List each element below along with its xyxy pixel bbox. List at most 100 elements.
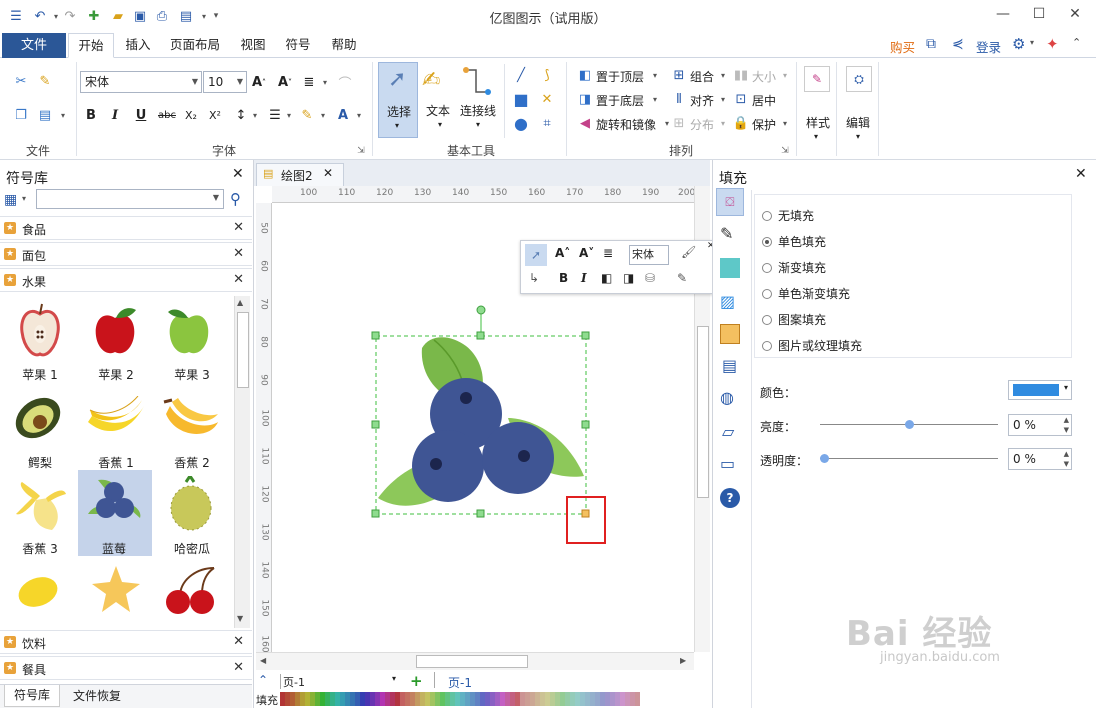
highlight-dropdown-icon[interactable]: ▾ [314, 106, 332, 124]
arc-tool-icon[interactable]: ⟆ [538, 66, 556, 84]
group-icon[interactable]: ⊞ [670, 66, 688, 84]
bold-icon[interactable]: B [82, 106, 100, 124]
copy-icon[interactable]: ❐ [12, 106, 30, 124]
close-category-icon[interactable]: ✕ [233, 246, 244, 261]
crop-tool-icon[interactable]: ⌗ [538, 114, 556, 132]
rectangle-tool-icon[interactable]: ■ [512, 90, 530, 109]
edit-dropdown-icon[interactable]: ▾ [856, 132, 860, 141]
bring-to-front-button[interactable]: 置于顶层 [596, 68, 644, 85]
close-category-icon[interactable]: ✕ [233, 634, 244, 649]
style-icon[interactable]: ✎ [804, 66, 830, 92]
grow-font-icon[interactable]: A˄ [250, 73, 268, 91]
edit-button[interactable]: 编辑 [846, 114, 870, 131]
maximize-button[interactable]: ☐ [1024, 4, 1054, 24]
radio-button[interactable] [762, 314, 772, 325]
symbol-apple-2[interactable]: 苹果 2 [80, 298, 152, 382]
connector-dropdown-icon[interactable]: ▾ [476, 120, 480, 129]
radio-button[interactable] [762, 262, 772, 273]
arrange-dialog-launcher-icon[interactable]: ⇲ [776, 142, 794, 160]
library-category[interactable]: ★ 食品 ✕ [0, 216, 252, 240]
size-dropdown-icon[interactable]: ▾ [776, 66, 794, 84]
align-icon[interactable]: ⫴ [670, 90, 688, 108]
subscript-icon[interactable]: X₂ [182, 106, 200, 124]
shadow-icon[interactable] [720, 258, 740, 278]
protect-button[interactable]: 保护 [752, 116, 776, 133]
superscript-icon[interactable]: X² [206, 106, 224, 124]
close-category-icon[interactable]: ✕ [233, 660, 244, 675]
font-dialog-launcher-icon[interactable]: ⇲ [352, 142, 370, 160]
palette-swatch[interactable] [635, 692, 640, 706]
send-to-back-icon[interactable]: ◨ [576, 90, 594, 108]
paste-icon[interactable]: ▤ [36, 106, 54, 124]
help-icon[interactable]: ? [720, 488, 740, 508]
size-button[interactable]: 大小 [752, 68, 776, 85]
rotate-mirror-button[interactable]: 旋转和镜像 [596, 116, 656, 133]
canvas-horizontal-scrollbar[interactable]: ◀ ▶ [256, 652, 694, 670]
cut-icon[interactable]: ✂ [12, 72, 30, 90]
tab-home[interactable]: 开始 [68, 33, 114, 58]
fill-bucket-icon[interactable]: ⛋ [716, 188, 744, 216]
document-list-icon[interactable]: ▤ [722, 356, 737, 375]
library-menu-dropdown-icon[interactable]: ▾ [22, 194, 26, 203]
tab-symbols[interactable]: 符号 [276, 33, 320, 58]
line-tool-icon[interactable]: ╱ [512, 66, 530, 84]
select-tool-button[interactable]: ➚ 选择 ▾ [378, 62, 418, 138]
scrollbar-thumb[interactable] [697, 326, 709, 498]
spinner-arrows-icon[interactable]: ▲ ▼ [1064, 449, 1069, 469]
fill-option-solid[interactable]: 单色填充 [762, 233, 826, 250]
search-icon[interactable]: ⚲ [230, 190, 241, 208]
font-family-select[interactable]: 宋体 ▼ [80, 71, 202, 93]
send-to-back-button[interactable]: 置于底层 [596, 92, 644, 109]
scroll-up-icon[interactable]: ▲ [237, 298, 243, 307]
symbol-fruit-lemon[interactable] [4, 564, 76, 624]
symbol-avocado[interactable]: 鳄梨 [4, 386, 76, 470]
fill-option-picture-texture[interactable]: 图片或纹理填充 [762, 337, 862, 354]
mini-font-select[interactable]: 宋体 [629, 245, 669, 265]
bring-front-dropdown-icon[interactable]: ▾ [646, 66, 664, 84]
size-icon[interactable]: ▮▮ [732, 66, 750, 84]
scroll-down-icon[interactable]: ▼ [237, 614, 243, 623]
distribute-button[interactable]: 分布 [690, 116, 714, 133]
close-library-icon[interactable]: ✕ [232, 166, 244, 182]
fill-option-none[interactable]: 无填充 [762, 207, 814, 224]
send-back-dropdown-icon[interactable]: ▾ [646, 90, 664, 108]
connector-tool-icon[interactable] [462, 66, 492, 96]
text-direction-icon[interactable]: ⌒ [336, 73, 354, 92]
font-size-select[interactable]: 10 ▼ [203, 71, 247, 93]
close-window-button[interactable]: ✕ [1060, 4, 1090, 24]
file-tab[interactable]: 文件 [2, 33, 66, 58]
symbol-apple-3[interactable]: 苹果 3 [156, 298, 228, 382]
tab-help[interactable]: 帮助 [322, 33, 366, 58]
close-category-icon[interactable]: ✕ [233, 272, 244, 287]
line-spacing-dropdown-icon[interactable]: ▾ [246, 106, 264, 124]
share-icon[interactable]: ⋞ [952, 36, 964, 52]
image-icon[interactable]: ▨ [720, 292, 735, 311]
symbol-apple-1[interactable]: 苹果 1 [4, 298, 76, 382]
library-category[interactable]: ★ 水果 ✕ [0, 268, 252, 292]
pen-tool-icon[interactable]: ✕ [538, 90, 556, 108]
scrollbar-thumb[interactable] [416, 655, 528, 668]
buy-link[interactable]: 购买 [890, 37, 915, 56]
close-fill-panel-icon[interactable]: ✕ [1075, 166, 1087, 182]
settings-dropdown-icon[interactable]: ▾ [1030, 38, 1034, 47]
pointer-arrow-icon[interactable]: ➚ [525, 244, 547, 266]
symbol-banana-1[interactable]: 香蕉 1 [80, 386, 152, 470]
close-category-icon[interactable]: ✕ [233, 220, 244, 235]
tab-file-recovery[interactable]: 文件恢复 [64, 687, 130, 704]
attachment-icon[interactable]: ▱ [722, 422, 734, 441]
tab-view[interactable]: 视图 [232, 33, 274, 58]
page-select[interactable]: 页-1 ▾ [280, 674, 398, 689]
document-tab[interactable]: ▤ 绘图2 ✕ [256, 163, 344, 186]
line-style-icon[interactable]: ✎ [677, 271, 687, 285]
scroll-left-icon[interactable]: ◀ [260, 656, 266, 665]
login-link[interactable]: 登录 [976, 37, 1001, 56]
transparency-slider-thumb[interactable] [820, 454, 829, 463]
align-dropdown-icon[interactable]: ▾ [714, 90, 732, 108]
radio-button[interactable] [762, 210, 772, 221]
add-page-icon[interactable]: + [410, 672, 423, 690]
tab-symbol-library[interactable]: 符号库 [4, 685, 60, 707]
paste-dropdown-icon[interactable]: ▾ [54, 106, 72, 124]
ellipse-tool-icon[interactable]: ● [512, 114, 530, 133]
line-pen-icon[interactable]: ✎ [720, 224, 733, 243]
collapse-ribbon-icon[interactable]: ⌃ [1072, 36, 1081, 49]
